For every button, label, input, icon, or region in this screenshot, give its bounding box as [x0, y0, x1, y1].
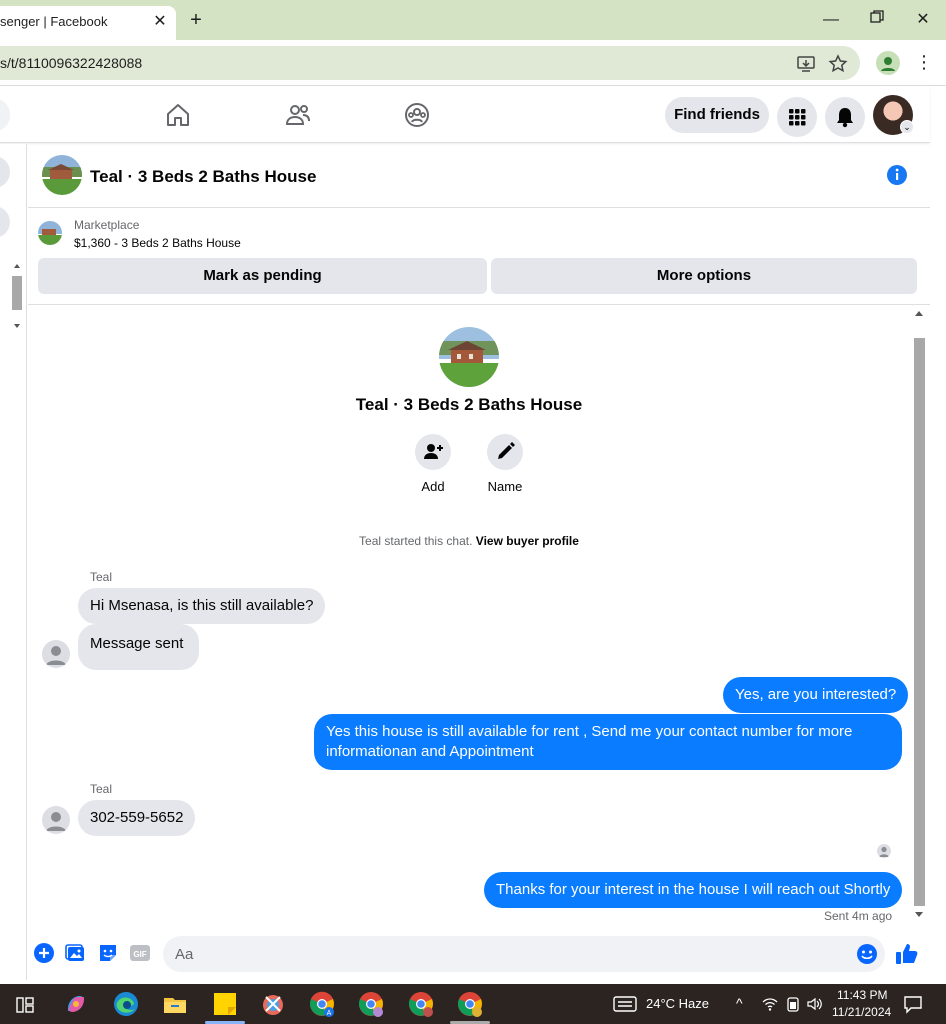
- add-person-button[interactable]: Add: [403, 434, 463, 494]
- pencil-icon[interactable]: [487, 434, 523, 470]
- tab-title: senger | Facebook: [0, 14, 108, 29]
- chat-started-notice: Teal started this chat. View buyer profi…: [28, 534, 910, 548]
- add-person-icon[interactable]: [415, 434, 451, 470]
- sender-avatar[interactable]: [42, 806, 70, 834]
- sender-avatar[interactable]: [42, 640, 70, 668]
- listing-price-title[interactable]: $1,360 - 3 Beds 2 Baths House: [74, 236, 241, 250]
- show-hidden-icons-icon[interactable]: ^: [736, 995, 743, 1011]
- address-bar-row: s/t/8110096322428088 ⋮: [0, 40, 946, 86]
- friends-icon[interactable]: [284, 101, 312, 129]
- gif-icon[interactable]: GIF: [129, 942, 151, 964]
- omnibox[interactable]: s/t/8110096322428088: [0, 46, 860, 80]
- edge-browser-icon[interactable]: [113, 991, 139, 1017]
- windows-taskbar: A 24°C Haze ^ 11:43 PM 11/21/2024: [0, 984, 946, 1024]
- message-outgoing[interactable]: Thanks for your interest in the house I …: [484, 872, 903, 908]
- bookmark-star-icon[interactable]: [828, 54, 848, 74]
- add-label: Add: [421, 479, 445, 494]
- mark-as-pending-button[interactable]: Mark as pending: [38, 258, 487, 294]
- home-icon[interactable]: [164, 101, 192, 129]
- attach-photo-icon[interactable]: [65, 942, 87, 964]
- chat-started-text: Teal started this chat.: [359, 534, 473, 548]
- weather-text[interactable]: 24°C Haze: [646, 996, 709, 1011]
- browser-tab[interactable]: senger | Facebook ✕: [0, 6, 176, 40]
- emoji-icon[interactable]: [856, 943, 878, 965]
- new-tab-icon[interactable]: +: [186, 10, 206, 30]
- view-buyer-profile-link[interactable]: View buyer profile: [476, 534, 579, 548]
- chrome-profile-b-icon[interactable]: [358, 991, 384, 1017]
- name-button[interactable]: Name: [475, 434, 535, 494]
- message-incoming[interactable]: Hi Msenasa, is this still available?: [78, 588, 326, 624]
- svg-text:A: A: [327, 1010, 332, 1017]
- sender-name: Teal: [90, 782, 113, 796]
- message-incoming[interactable]: 302-559-5652: [78, 800, 196, 836]
- info-icon[interactable]: [886, 164, 908, 186]
- chrome-profile-d-icon[interactable]: [457, 991, 483, 1017]
- sticker-icon[interactable]: [97, 942, 119, 964]
- close-tab-icon[interactable]: ✕: [150, 12, 170, 32]
- volume-icon[interactable]: [807, 996, 823, 1012]
- chat-title[interactable]: Teal · 3 Beds 2 Baths House: [90, 167, 316, 187]
- message-thread: Teal · 3 Beds 2 Baths House Add Name Tea…: [28, 306, 930, 928]
- find-friends-button[interactable]: Find friends: [665, 97, 769, 133]
- chrome-menu-icon[interactable]: ⋮: [914, 50, 934, 74]
- battery-icon[interactable]: [786, 996, 800, 1012]
- sent-status: Sent 4m ago: [824, 909, 893, 923]
- notification-center-icon[interactable]: [903, 994, 923, 1014]
- conversation-hero-avatar: [439, 327, 499, 387]
- file-explorer-icon[interactable]: [162, 991, 188, 1017]
- name-label: Name: [487, 479, 523, 494]
- svg-text:GIF: GIF: [133, 950, 146, 959]
- message-outgoing[interactable]: Yes, are you interested?: [723, 677, 909, 713]
- facebook-top-nav: Find friends ⌄: [0, 87, 930, 143]
- sender-name: Teal: [90, 570, 113, 584]
- marketplace-label: Marketplace: [74, 218, 140, 232]
- chrome-profile-icon[interactable]: [876, 51, 900, 75]
- message-input[interactable]: [163, 936, 885, 972]
- account-chevron-icon[interactable]: ⌄: [900, 120, 914, 134]
- chat-list-avatar[interactable]: [0, 206, 10, 238]
- seen-indicator-avatar: [877, 844, 891, 858]
- restore-icon[interactable]: [865, 8, 889, 32]
- clock-date[interactable]: 11/21/2024: [832, 1005, 891, 1019]
- install-app-icon[interactable]: [796, 54, 816, 74]
- snipping-tool-icon[interactable]: [260, 991, 286, 1017]
- notifications-bell-icon[interactable]: [825, 97, 865, 137]
- weather-icon[interactable]: [613, 994, 637, 1020]
- chrome-profile-c-icon[interactable]: [408, 991, 434, 1017]
- menu-grid-icon[interactable]: [777, 97, 817, 137]
- listing-thumbnail[interactable]: [38, 221, 62, 245]
- message-outgoing[interactable]: Yes this house is still available for re…: [314, 714, 902, 770]
- chat-list-avatar[interactable]: [0, 156, 10, 188]
- browser-tab-strip: senger | Facebook ✕ + — ✕: [0, 0, 946, 40]
- chat-list-strip: [0, 144, 27, 980]
- marketplace-banner: Marketplace $1,360 - 3 Beds 2 Baths Hous…: [28, 209, 930, 305]
- search-stub[interactable]: [0, 99, 10, 131]
- minimize-icon[interactable]: —: [819, 8, 843, 32]
- conversation-hero-title: Teal · 3 Beds 2 Baths House: [355, 395, 583, 414]
- scrollbar-thumb[interactable]: [914, 338, 925, 906]
- thumbs-up-icon[interactable]: [895, 942, 919, 966]
- chat-list-scrollbar[interactable]: [10, 262, 24, 332]
- more-options-button[interactable]: More options: [491, 258, 917, 294]
- more-actions-plus-icon[interactable]: [33, 942, 55, 964]
- chat-header: Teal · 3 Beds 2 Baths House: [28, 144, 930, 208]
- groups-icon[interactable]: [403, 101, 431, 129]
- thread-scrollbar[interactable]: [912, 306, 926, 928]
- close-window-icon[interactable]: ✕: [911, 8, 935, 32]
- chrome-profile-a-icon[interactable]: A: [309, 991, 335, 1017]
- message-incoming[interactable]: Message sent: [78, 624, 200, 670]
- sticky-notes-icon[interactable]: [212, 991, 238, 1017]
- task-view-icon[interactable]: [14, 994, 40, 1020]
- wifi-icon[interactable]: [762, 996, 778, 1012]
- copilot-icon[interactable]: [63, 991, 89, 1017]
- chat-avatar-house[interactable]: [42, 155, 82, 195]
- message-composer: GIF: [28, 930, 930, 980]
- url-text[interactable]: s/t/8110096322428088: [0, 55, 142, 71]
- clock-time[interactable]: 11:43 PM: [837, 988, 887, 1002]
